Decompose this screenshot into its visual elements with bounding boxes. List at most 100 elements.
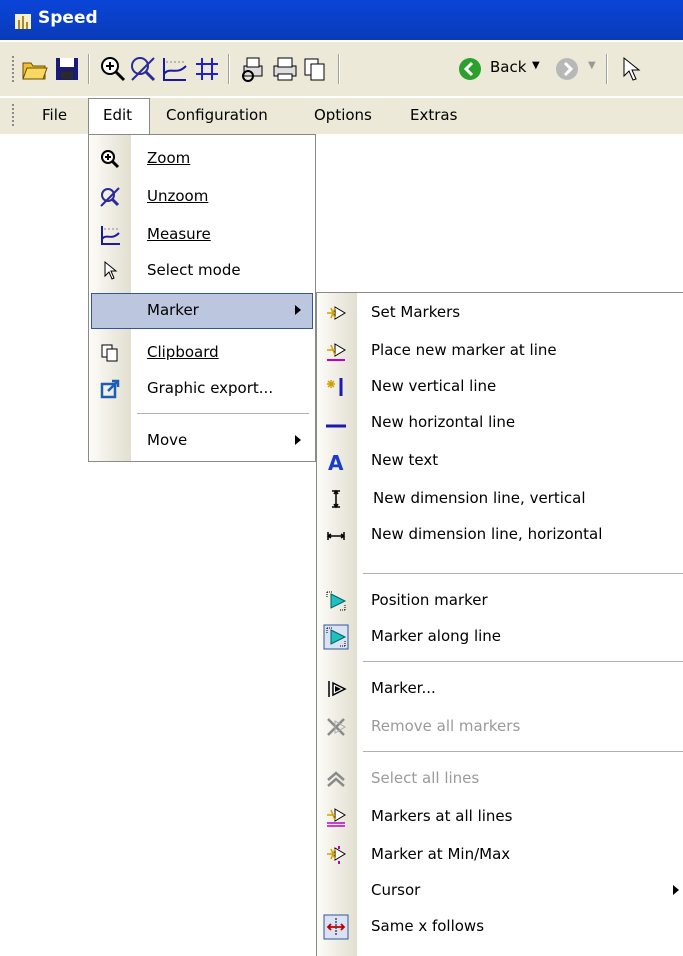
menu-item-remove-all-markers[interactable]: Remove all markers <box>317 709 683 745</box>
menu-options[interactable]: Options <box>314 106 372 124</box>
menu-item-new-text[interactable]: A New text <box>317 443 683 479</box>
toolbar-separator <box>606 54 608 84</box>
text-icon: A <box>328 451 344 472</box>
menu-item-label: Place new marker at line <box>371 341 557 359</box>
save-icon[interactable] <box>52 54 82 84</box>
zoom-in-icon <box>101 150 120 169</box>
menu-separator <box>363 751 683 752</box>
cursor-arrow-icon <box>104 260 118 280</box>
menu-item-label: Graphic export... <box>147 379 274 397</box>
open-folder-icon[interactable] <box>20 54 50 84</box>
print-icon[interactable] <box>270 54 300 84</box>
window-title: Speed <box>38 8 98 28</box>
dimension-horizontal-icon <box>326 532 346 540</box>
title-bar: Speed <box>0 0 683 40</box>
same-x-follows-icon <box>323 914 349 940</box>
menu-file[interactable]: File <box>42 106 67 124</box>
menu-item-label: Move <box>147 431 188 449</box>
edit-menu: Zoom Unzoom Measure Select mode Marker C… <box>88 134 316 462</box>
menu-item-graphic-export[interactable]: Graphic export... <box>89 371 315 407</box>
menu-item-label: Cursor <box>371 881 421 899</box>
menu-item-label: Zoom <box>147 149 191 167</box>
menu-item-label: New text <box>371 451 439 469</box>
unzoom-icon <box>100 187 120 207</box>
menu-item-new-horizontal-line[interactable]: New horizontal line <box>317 405 683 441</box>
back-dropdown-icon[interactable]: ▼ <box>532 60 540 71</box>
back-button-label[interactable]: Back <box>490 58 526 76</box>
zoom-in-icon[interactable] <box>98 54 128 84</box>
menu-bar: File Edit Configuration Options Extras <box>0 98 683 136</box>
menu-item-position-marker[interactable]: Position marker <box>317 583 683 619</box>
set-markers-icon <box>327 306 346 320</box>
menu-configuration[interactable]: Configuration <box>166 106 268 124</box>
menu-separator <box>137 413 309 414</box>
menu-item-new-vertical-line[interactable]: New vertical line <box>317 369 683 405</box>
menu-item-measure[interactable]: Measure <box>89 217 315 253</box>
measure-icon <box>101 226 120 245</box>
marker-min-max-icon <box>327 846 346 864</box>
menu-item-clipboard[interactable]: Clipboard <box>89 335 315 371</box>
menu-edit-label: Edit <box>103 106 133 124</box>
marker-dialog-icon <box>328 681 347 697</box>
menu-separator <box>363 661 683 662</box>
horizontal-line-icon <box>326 424 346 428</box>
menu-edit[interactable]: Edit <box>88 98 150 136</box>
menu-item-marker-min-max[interactable]: Marker at Min/Max <box>317 837 683 873</box>
grid-icon[interactable] <box>192 54 222 84</box>
menu-item-label: Unzoom <box>147 187 209 205</box>
toolbar-separator <box>338 54 340 84</box>
menu-item-select-mode[interactable]: Select mode <box>89 253 315 289</box>
menu-item-label: New vertical line <box>371 377 497 395</box>
menu-item-label: New horizontal line <box>371 413 516 431</box>
menu-item-marker[interactable]: Marker <box>91 293 313 329</box>
menu-item-label: Measure <box>147 225 211 243</box>
menu-item-set-markers[interactable]: Set Markers <box>317 295 683 331</box>
marker-submenu: Set Markers Place new marker at line New… <box>316 292 683 956</box>
print-preview-icon[interactable] <box>238 54 268 84</box>
measure-icon[interactable] <box>160 54 190 84</box>
toolbar-separator <box>88 54 90 84</box>
menu-item-label: Select all lines <box>371 769 480 787</box>
menu-item-same-x-follows[interactable]: Same x follows <box>317 909 683 945</box>
menu-item-label: Same x follows <box>371 917 485 935</box>
menu-item-select-all-lines[interactable]: Select all lines <box>317 761 683 797</box>
export-icon <box>100 379 120 399</box>
marker-along-line-icon <box>323 624 349 650</box>
menu-item-dimension-horizontal[interactable]: New dimension line, horizontal <box>317 517 683 553</box>
clipboard-icon <box>101 344 118 362</box>
menu-item-zoom[interactable]: Zoom <box>89 141 315 177</box>
cursor-arrow-icon[interactable] <box>616 54 646 84</box>
menu-item-markers-at-all-lines[interactable]: Markers at all lines <box>317 799 683 835</box>
menu-item-label: Marker <box>147 301 199 319</box>
copy-icon[interactable] <box>300 54 330 84</box>
forward-arrow-icon[interactable] <box>552 54 582 84</box>
menu-item-place-marker[interactable]: Place new marker at line <box>317 333 683 369</box>
menu-item-label: Remove all markers <box>371 717 521 735</box>
highlight-frame <box>91 293 313 329</box>
back-arrow-icon[interactable] <box>455 54 485 84</box>
menu-item-dimension-vertical[interactable]: New dimension line, vertical <box>317 481 683 517</box>
remove-markers-icon <box>327 718 346 736</box>
menu-item-label: Marker along line <box>371 627 502 645</box>
submenu-arrow-icon <box>295 435 301 445</box>
menubar-grip[interactable] <box>12 104 14 126</box>
toolbar: Back ▼ ▼ <box>0 42 683 96</box>
menu-item-marker-dialog[interactable]: Marker... <box>317 671 683 707</box>
menu-item-label: Position marker <box>371 591 488 609</box>
menu-item-move[interactable]: Move <box>89 423 315 459</box>
menu-item-cursor[interactable]: Cursor <box>317 873 683 909</box>
menu-item-label: New dimension line, vertical <box>373 489 586 507</box>
position-marker-icon <box>326 591 347 611</box>
markers-all-lines-icon <box>327 808 346 827</box>
svg-text:A: A <box>328 451 344 472</box>
unzoom-icon[interactable] <box>128 54 158 84</box>
place-marker-icon <box>327 343 346 361</box>
menu-item-label: Set Markers <box>371 303 461 321</box>
app-logo-icon <box>15 14 31 29</box>
menu-item-unzoom[interactable]: Unzoom <box>89 179 315 215</box>
menu-extras[interactable]: Extras <box>410 106 457 124</box>
toolbar-grip[interactable] <box>12 56 14 82</box>
toolbar-separator <box>228 54 230 84</box>
menu-item-marker-along-line[interactable]: Marker along line <box>317 619 683 655</box>
forward-dropdown-icon[interactable]: ▼ <box>588 60 596 71</box>
